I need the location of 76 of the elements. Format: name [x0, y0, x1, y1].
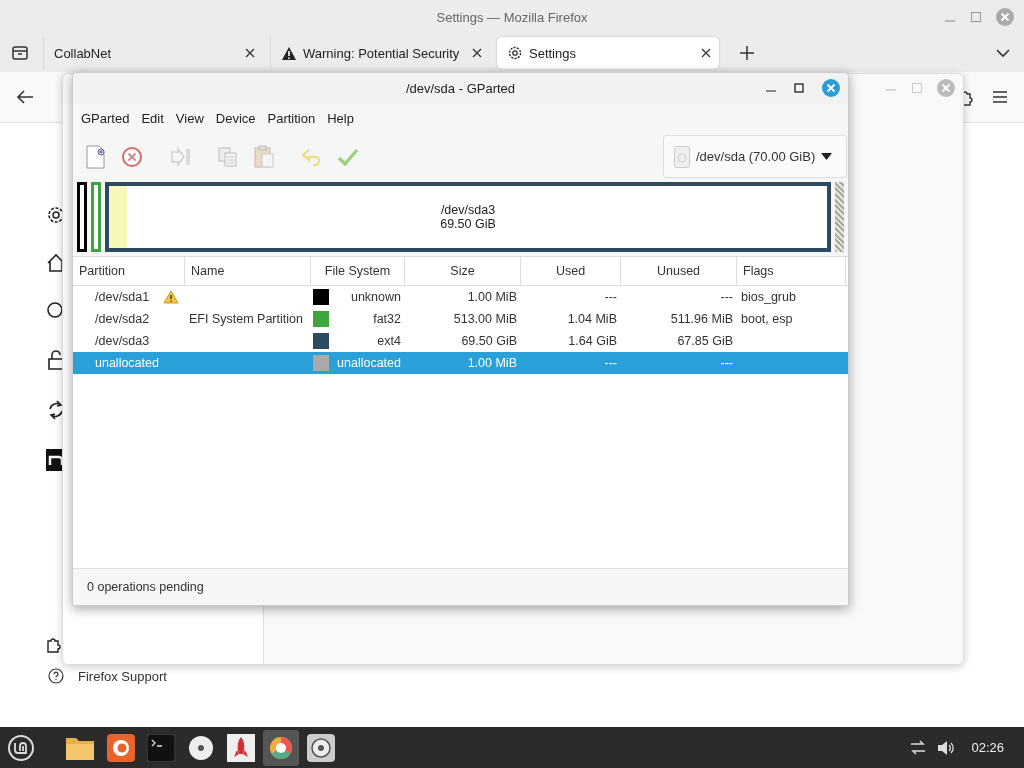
table-cell: 69.50 GiB — [461, 334, 517, 348]
table-cell: 511.96 MiB — [670, 312, 733, 326]
table-cell: bios_grub — [741, 290, 796, 304]
browser-tab[interactable]: Settings — [497, 37, 719, 69]
table-cell: fat32 — [373, 312, 401, 326]
partition-block[interactable] — [77, 182, 87, 252]
warning-icon — [281, 45, 297, 61]
disk-utility-icon[interactable] — [307, 733, 335, 762]
table-cell: unallocated — [337, 356, 401, 370]
help-icon — [48, 668, 64, 684]
dropdown-arrow-icon — [821, 153, 833, 160]
close-icon[interactable] — [245, 48, 255, 58]
status-text: 0 operations pending — [87, 580, 204, 594]
table-cell: boot, esp — [741, 312, 793, 326]
column-header[interactable]: Partition — [73, 257, 185, 285]
table-cell: unallocated — [95, 356, 159, 370]
table-cell: EFI System Partition — [189, 312, 303, 326]
partition-row[interactable]: /dev/sda2 EFI System Partition fat32 513.00 MiB 1.04 MiB 511.96 MiB boot, esp — [73, 308, 848, 330]
browser-tab[interactable]: Warning: Potential Security — [270, 37, 490, 69]
network-icon[interactable] — [909, 739, 928, 756]
plus-icon[interactable] — [740, 46, 754, 60]
column-header[interactable]: File System — [311, 257, 405, 285]
close-icon[interactable] — [472, 48, 482, 58]
column-header[interactable]: Name — [185, 257, 311, 285]
rocket-icon[interactable] — [227, 733, 255, 762]
menu-item[interactable]: Help — [321, 111, 360, 126]
column-header[interactable]: Size — [405, 257, 521, 285]
tab-list-icon[interactable] — [11, 45, 29, 61]
menu-item[interactable]: Device — [209, 111, 262, 126]
device-selector[interactable]: /dev/sda (70.00 GiB) — [663, 135, 847, 178]
checkmark-icon[interactable] — [337, 146, 359, 167]
column-header[interactable]: Unused — [621, 257, 737, 285]
terminal-icon[interactable] — [147, 733, 175, 762]
table-cell: 1.00 MiB — [467, 356, 517, 370]
browser-tab[interactable]: CollabNet — [43, 37, 263, 69]
window-title: /dev/sda - GParted — [405, 81, 516, 96]
window-title: Settings — Mozilla Firefox — [436, 9, 588, 25]
partition-label: /dev/sda3 — [440, 203, 496, 217]
table-cell: /dev/sda2 — [95, 312, 150, 326]
volume-icon[interactable] — [937, 739, 956, 756]
table-cell: /dev/sda1 — [95, 290, 150, 304]
delete-icon[interactable] — [121, 145, 143, 168]
table-cell: 1.64 GiB — [568, 334, 617, 348]
table-cell: 513.00 MiB — [453, 312, 517, 326]
back-arrow-icon[interactable] — [16, 89, 34, 105]
close-icon[interactable] — [701, 48, 711, 58]
table-cell: 1.00 MiB — [467, 290, 517, 304]
maximize-icon[interactable] — [794, 83, 804, 93]
table-cell: 1.04 MiB — [567, 312, 617, 326]
new-document-icon[interactable] — [85, 144, 107, 169]
table-cell: unknown — [350, 290, 401, 304]
clock[interactable]: 02:26 — [971, 740, 1004, 755]
table-cell: 67.85 GiB — [677, 334, 733, 348]
table-cell: --- — [720, 290, 733, 304]
chevron-down-icon[interactable] — [996, 48, 1010, 58]
table-cell: /dev/sda3 — [95, 334, 150, 348]
menu-item[interactable]: Partition — [261, 111, 322, 126]
support-link[interactable]: Firefox Support — [78, 668, 167, 684]
partition-block[interactable]: /dev/sda3 69.50 GiB — [105, 182, 831, 252]
partition-row[interactable]: /dev/sda1 unknown 1.00 MiB --- --- bios_grub — [73, 286, 848, 308]
table-cell: --- — [720, 356, 733, 370]
menu-logo-icon[interactable] — [7, 733, 35, 762]
menu-item[interactable]: GParted — [75, 111, 136, 126]
menu-item[interactable]: Edit — [135, 111, 170, 126]
puzzle-icon[interactable] — [46, 635, 64, 653]
disc-icon[interactable] — [187, 733, 215, 762]
table-cell: --- — [604, 290, 617, 304]
gear-icon — [507, 45, 523, 61]
column-header[interactable]: Used — [521, 257, 621, 285]
table-cell: --- — [604, 356, 617, 370]
table-cell: ext4 — [377, 334, 401, 348]
menu-icon[interactable] — [992, 90, 1008, 104]
menu-item[interactable]: View — [169, 111, 210, 126]
partition-row[interactable]: /dev/sda3 ext4 69.50 GiB 1.64 GiB 67.85 GiB — [73, 330, 848, 352]
partition-size: 69.50 GiB — [440, 217, 496, 231]
column-header[interactable]: Flags — [737, 257, 846, 285]
